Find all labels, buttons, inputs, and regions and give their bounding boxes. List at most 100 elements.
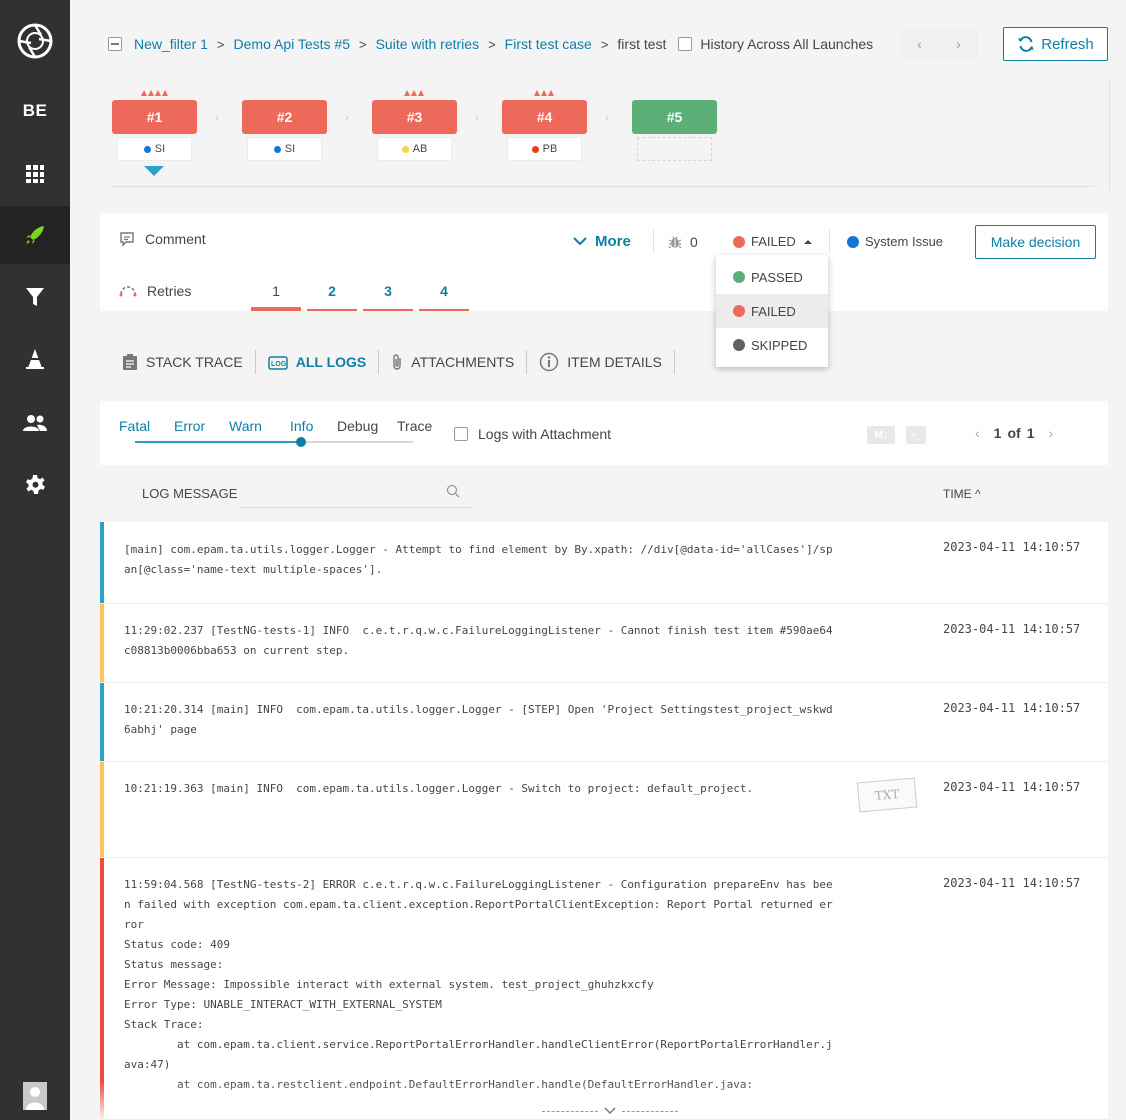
log-row[interactable]: [main] com.epam.ta.utils.logger.Logger -…: [100, 522, 1108, 604]
history-run-box: #1: [112, 100, 197, 134]
aperture-logo-icon: [17, 23, 53, 59]
history-run-box: #3: [372, 100, 457, 134]
retry-status-bar: [307, 309, 357, 311]
sidebar: BE: [0, 0, 70, 1120]
log-time: 2023-04-11 14:10:57: [943, 701, 1081, 715]
history-defect-badge: SI: [247, 137, 322, 161]
more-button[interactable]: More: [573, 233, 631, 250]
comment-button[interactable]: Comment: [119, 231, 206, 247]
collapse-checkbox[interactable]: [108, 37, 122, 51]
sidebar-item-debug[interactable]: [0, 330, 70, 388]
tab-label: ATTACHMENTS: [411, 354, 515, 370]
log-row[interactable]: 11:59:04.568 [TestNG-tests-2] ERROR c.e.…: [100, 858, 1108, 1120]
log-icon: LOG: [267, 356, 288, 370]
history-item-4[interactable]: #4 PB: [502, 90, 587, 161]
next-item-button[interactable]: ›: [956, 36, 961, 52]
history-item-3[interactable]: #3 AB: [372, 90, 457, 161]
breadcrumb-filter[interactable]: New_filter 1: [134, 36, 208, 52]
rocket-icon: [26, 226, 44, 244]
sidebar-item-launches[interactable]: [0, 206, 70, 264]
app-logo[interactable]: [0, 0, 70, 82]
prev-item-button[interactable]: ‹: [917, 36, 922, 52]
level-trace[interactable]: Trace: [397, 418, 432, 434]
logs-with-attachment-label: Logs with Attachment: [478, 426, 612, 442]
retry-tab-2[interactable]: 2: [307, 283, 357, 299]
tab-all-logs[interactable]: LOG ALL LOGS: [256, 348, 379, 376]
grid-icon: [26, 165, 44, 183]
page-of-label: of: [1007, 425, 1021, 441]
log-row[interactable]: 11:29:02.237 [TestNG-tests-1] INFO c.e.t…: [100, 604, 1108, 683]
status-option-passed[interactable]: PASSED: [716, 260, 828, 294]
log-row[interactable]: 10:21:19.363 [main] INFO com.epam.ta.uti…: [100, 762, 1108, 858]
user-avatar[interactable]: [23, 1082, 47, 1110]
breadcrumb-test-case[interactable]: First test case: [505, 36, 592, 52]
clipboard-icon: [123, 354, 137, 370]
users-icon: [23, 415, 47, 431]
history-all-launches-checkbox[interactable]: [678, 37, 693, 51]
logs-with-attachment-toggle[interactable]: Logs with Attachment: [454, 426, 611, 442]
log-pagination: ‹ 1 of 1 ›: [975, 425, 1053, 441]
level-fatal[interactable]: Fatal: [119, 418, 150, 434]
tab-attachments[interactable]: ATTACHMENTS: [379, 348, 526, 376]
project-selector[interactable]: BE: [0, 82, 70, 140]
breadcrumb-suite[interactable]: Suite with retries: [376, 36, 479, 52]
defect-type-selector[interactable]: System Issue: [847, 234, 943, 249]
time-sort-header[interactable]: TIME ^: [943, 487, 981, 501]
retry-tab-3[interactable]: 3: [363, 283, 413, 299]
tab-item-details[interactable]: ITEM DETAILS: [527, 348, 674, 376]
page-prev-icon[interactable]: ‹: [975, 425, 980, 441]
history-item-1[interactable]: #1 SI: [112, 90, 197, 161]
breadcrumb-current: first test: [617, 36, 667, 52]
history-run-box: #5: [632, 100, 717, 134]
level-warn[interactable]: Warn: [229, 418, 262, 434]
retry-tab-4[interactable]: 4: [419, 283, 469, 299]
console-mode-button[interactable]: >_: [906, 426, 926, 444]
log-level-bar: [100, 858, 104, 1119]
history-all-launches-label: History Across All Launches: [700, 36, 874, 52]
level-info[interactable]: Info: [290, 418, 313, 434]
history-arrow-icon: ›: [475, 110, 479, 124]
history-item-2[interactable]: #2 SI: [242, 100, 327, 161]
page-next-icon[interactable]: ›: [1048, 425, 1053, 441]
level-error[interactable]: Error: [174, 418, 205, 434]
status-option-skipped[interactable]: SKIPPED: [716, 328, 828, 362]
logs-with-attachment-checkbox[interactable]: [454, 427, 468, 441]
selected-history-marker-icon: [144, 166, 164, 176]
sidebar-item-dashboard[interactable]: [0, 145, 70, 203]
bug-count[interactable]: 0: [668, 234, 698, 250]
make-decision-button[interactable]: Make decision: [975, 225, 1096, 259]
sidebar-item-settings[interactable]: [0, 456, 70, 514]
log-message-header: LOG MESSAGE: [142, 486, 238, 501]
status-option-failed[interactable]: FAILED: [716, 294, 828, 328]
paperclip-icon: [393, 354, 401, 370]
svg-text:LOG: LOG: [271, 361, 287, 368]
history-flaky-indicator: [399, 90, 429, 98]
info-icon: [539, 352, 559, 372]
tab-label: ITEM DETAILS: [567, 354, 662, 370]
log-row[interactable]: 10:21:20.314 [main] INFO com.epam.ta.uti…: [100, 683, 1108, 762]
sidebar-item-filters[interactable]: [0, 268, 70, 326]
history-defect-badge: [637, 137, 712, 161]
breadcrumb-launch[interactable]: Demo Api Tests #5: [234, 36, 350, 52]
level-slider-handle[interactable]: [296, 437, 306, 447]
refresh-button[interactable]: Refresh: [1003, 27, 1108, 61]
filter-icon: [26, 288, 44, 306]
txt-attachment-icon[interactable]: TXT: [856, 777, 918, 813]
chevron-down-icon: [604, 1107, 616, 1115]
level-slider-fill: [135, 441, 300, 443]
log-search-input[interactable]: [240, 480, 472, 508]
caret-up-icon: [803, 239, 812, 244]
tab-stack-trace[interactable]: STACK TRACE: [110, 348, 255, 376]
sidebar-item-members[interactable]: [0, 394, 70, 452]
level-debug[interactable]: Debug: [337, 418, 378, 434]
log-time: 2023-04-11 14:10:57: [943, 876, 1081, 890]
log-message: 10:21:19.363 [main] INFO com.epam.ta.uti…: [124, 782, 754, 795]
expand-log-button[interactable]: [542, 1107, 678, 1115]
status-selector[interactable]: FAILED: [733, 234, 812, 249]
level-slider[interactable]: [135, 437, 413, 447]
tab-label: ALL LOGS: [295, 354, 367, 370]
retry-tab-1[interactable]: 1: [251, 283, 301, 299]
markdown-mode-button[interactable]: M↓: [867, 426, 895, 444]
history-item-5[interactable]: #5: [632, 100, 717, 161]
divider: [829, 230, 830, 252]
